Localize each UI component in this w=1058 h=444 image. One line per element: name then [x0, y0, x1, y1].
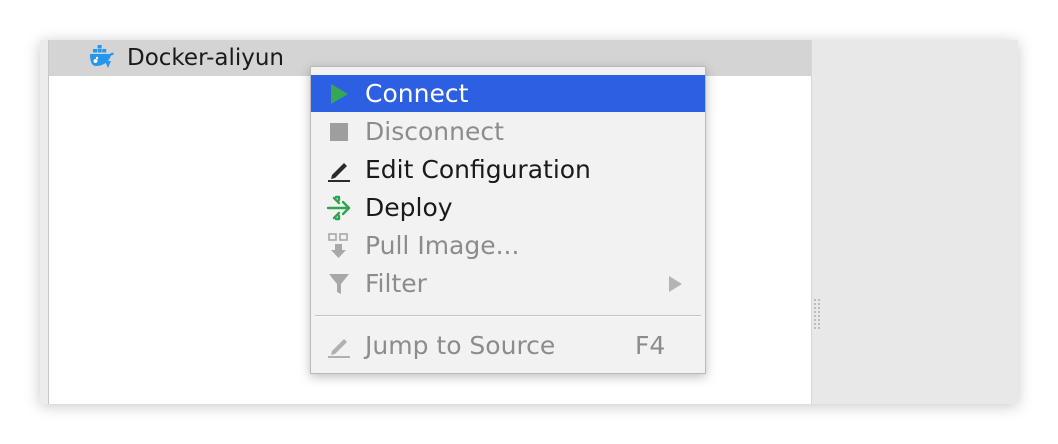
- menu-item-jump-to-source[interactable]: Jump to Source F4: [311, 327, 705, 364]
- left-border: [40, 40, 49, 404]
- right-panel: [811, 40, 1018, 404]
- menu-item-label: Filter: [365, 269, 427, 298]
- menu-item-edit-configuration[interactable]: Edit Configuration: [311, 151, 705, 188]
- deploy-icon: [326, 195, 351, 221]
- docker-whale-icon: [90, 45, 114, 68]
- menu-item-connect[interactable]: Connect: [311, 75, 705, 112]
- menu-separator: [315, 315, 701, 317]
- pencil-icon: [328, 163, 350, 182]
- filter-icon: [329, 274, 349, 294]
- menu-item-label: Edit Configuration: [365, 155, 591, 184]
- menu-item-label: Disconnect: [365, 117, 504, 146]
- menu-item-label: Jump to Source: [365, 331, 556, 360]
- context-menu: Connect Disconnect Edit Configuration De…: [310, 66, 706, 374]
- tree-node-label: Docker-aliyun: [127, 45, 285, 71]
- menu-item-label: Deploy: [365, 193, 453, 222]
- menu-item-deploy[interactable]: Deploy: [311, 189, 705, 226]
- pull-image-icon: [328, 233, 348, 258]
- menu-item-pull-image[interactable]: Pull Image...: [311, 227, 705, 264]
- submenu-arrow-icon: [669, 276, 682, 292]
- shortcut-label: F4: [635, 331, 666, 360]
- pencil-icon: [328, 339, 350, 358]
- resize-grip-icon[interactable]: [813, 298, 821, 330]
- menu-item-filter[interactable]: Filter: [311, 265, 705, 302]
- play-icon: [331, 84, 348, 104]
- menu-item-label: Connect: [365, 79, 469, 108]
- menu-item-disconnect[interactable]: Disconnect: [311, 113, 705, 150]
- menu-item-label: Pull Image...: [365, 231, 520, 260]
- stop-icon: [330, 123, 348, 141]
